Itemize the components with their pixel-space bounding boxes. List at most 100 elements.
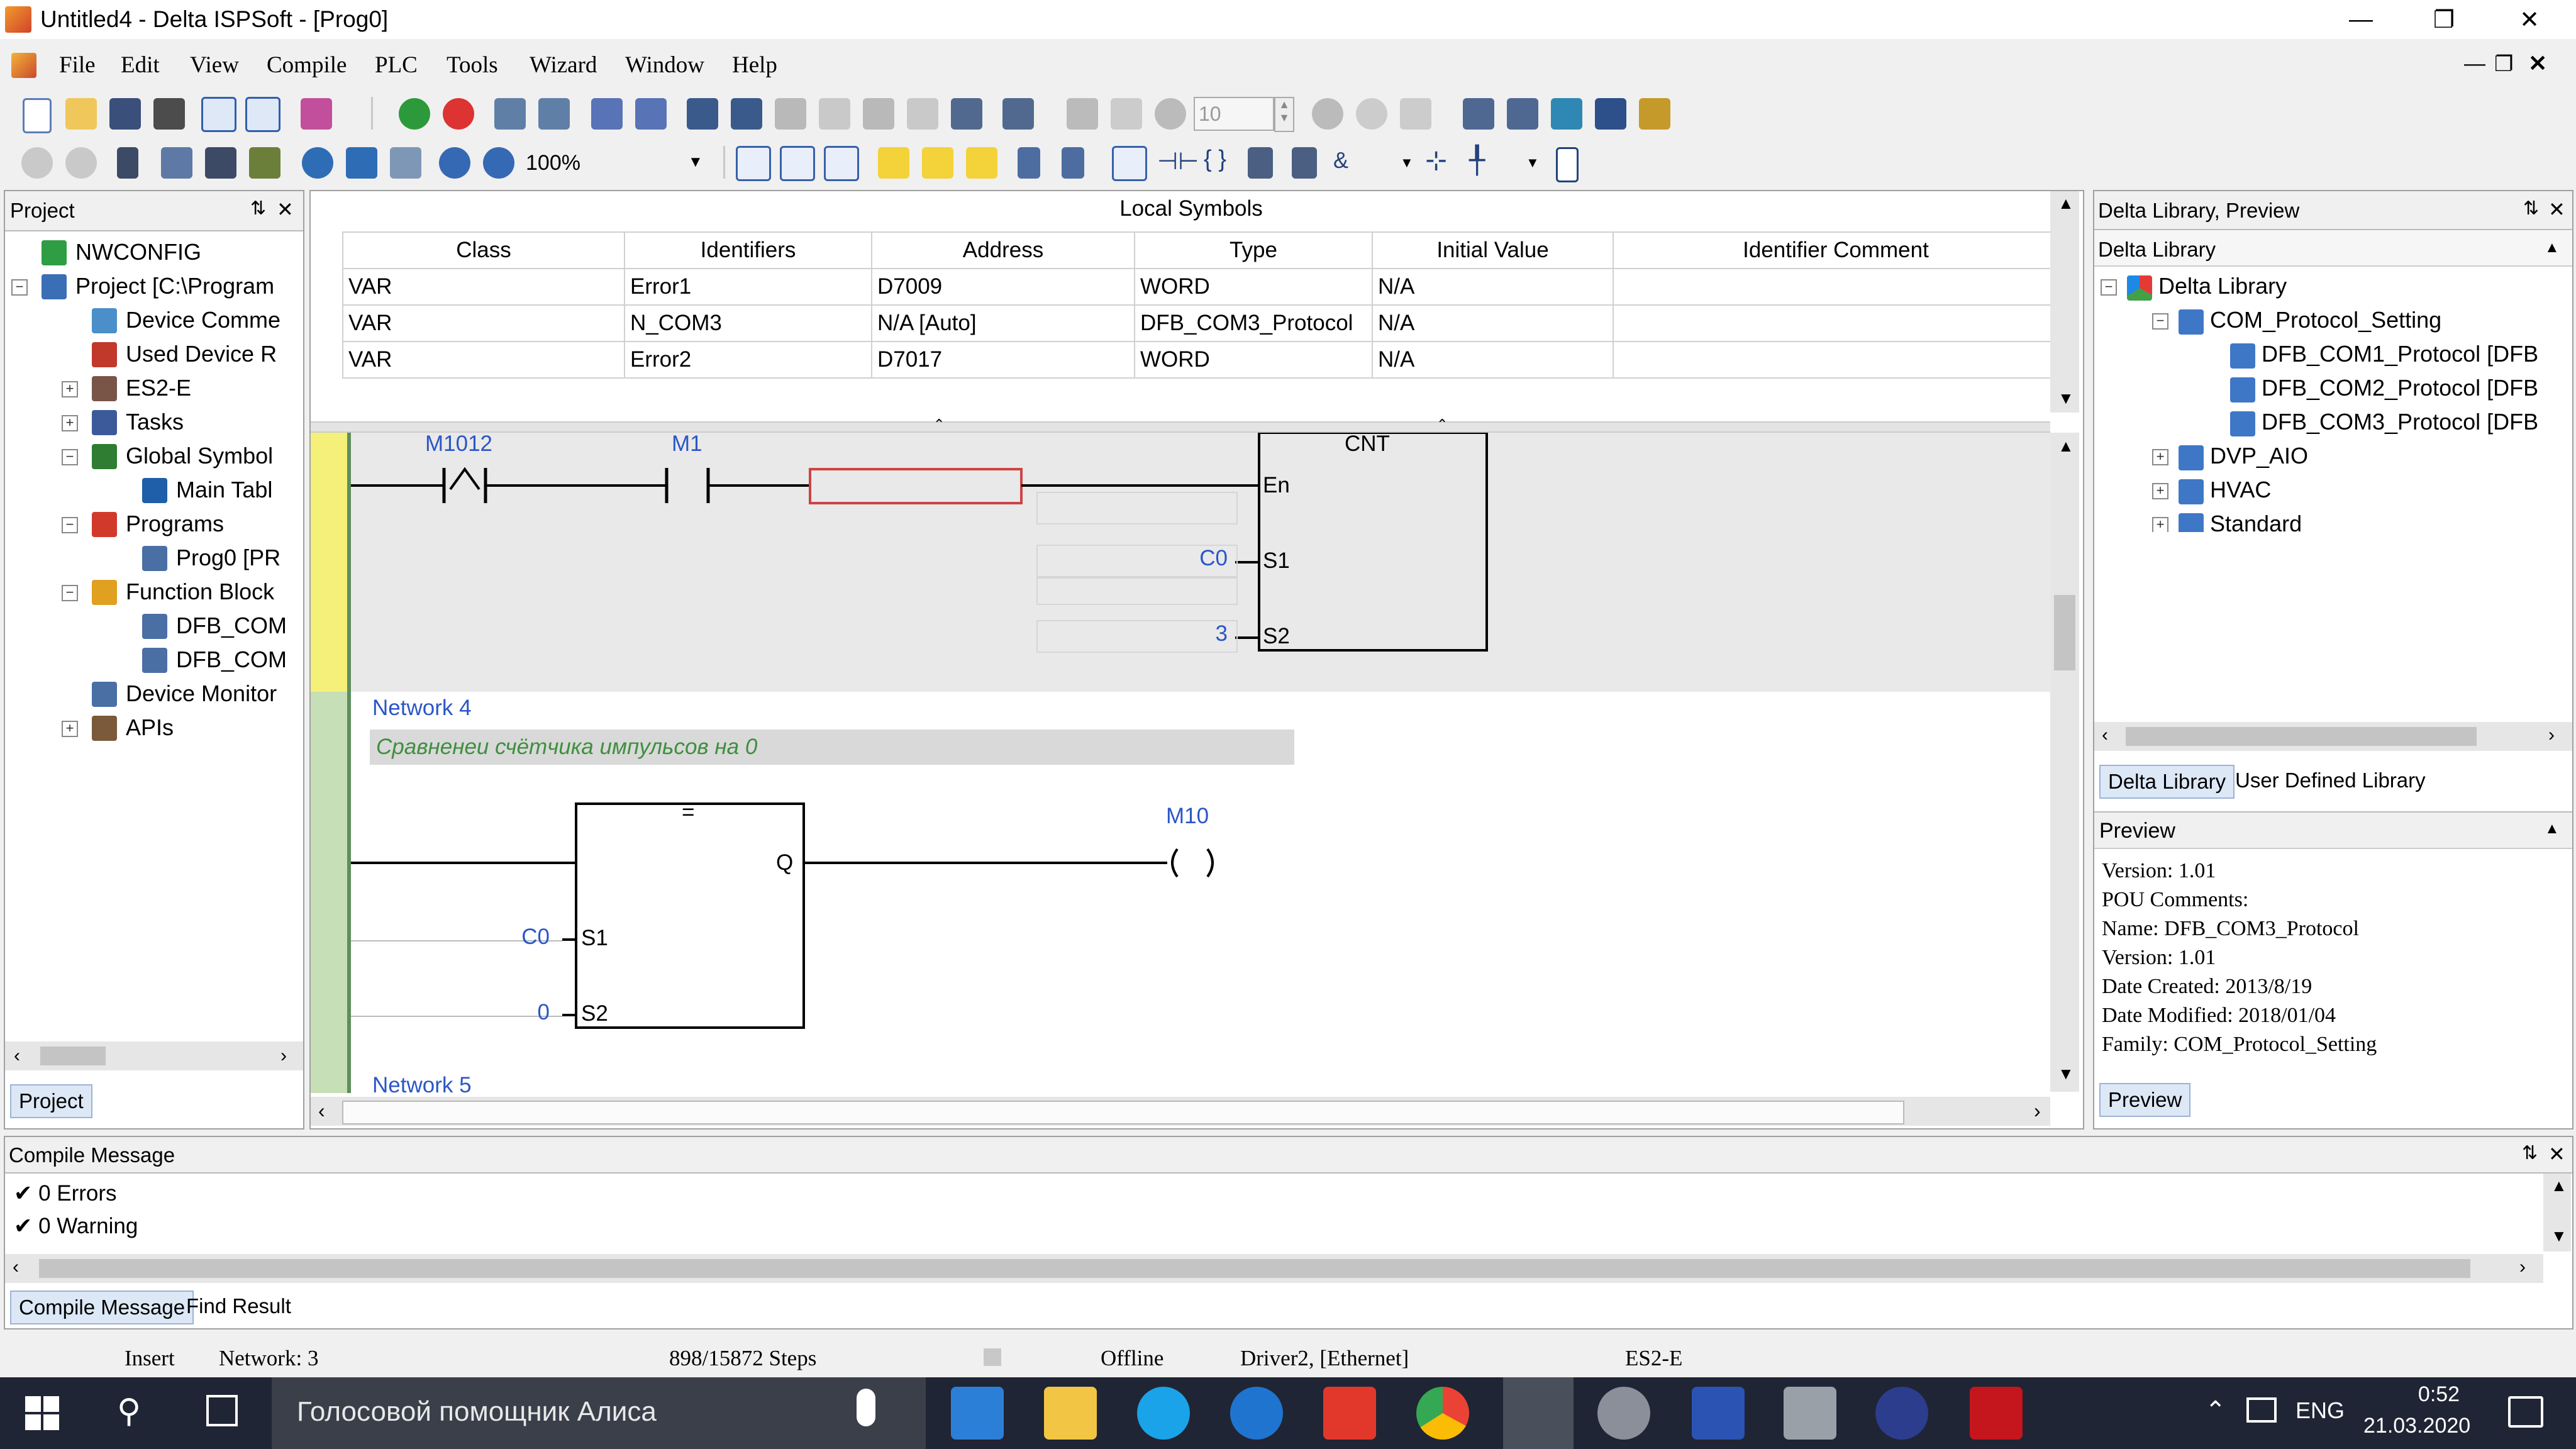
close-icon[interactable]: ✕: [277, 197, 294, 221]
zoom-out-icon[interactable]: [483, 147, 514, 179]
cnt-s2-value[interactable]: 3: [1036, 620, 1238, 653]
col-identifier-comment[interactable]: Identifier Comment: [1613, 231, 2059, 269]
tree-item[interactable]: Main Tabl: [176, 477, 272, 503]
tree-item[interactable]: NWCONFIG: [75, 239, 201, 265]
ladder-view-icon[interactable]: [736, 146, 771, 181]
app-gear-icon[interactable]: [1597, 1387, 1650, 1440]
save-icon[interactable]: [109, 98, 141, 130]
tree-expander[interactable]: −: [2152, 313, 2168, 330]
menu-view[interactable]: View: [190, 52, 239, 79]
library-tree-item[interactable]: DFB_COM2_Protocol [DFB: [2262, 375, 2538, 401]
contact-tool-icon[interactable]: ⊣⊢: [1157, 147, 1199, 175]
cell-address[interactable]: D7009: [871, 268, 1135, 306]
close-icon[interactable]: ✕: [2548, 1142, 2565, 1166]
scroll-up-icon[interactable]: ▲: [2058, 436, 2074, 456]
online-icon[interactable]: [951, 98, 982, 130]
tree-item[interactable]: Prog0 [PR: [176, 545, 280, 571]
zoom-in-icon[interactable]: [439, 147, 470, 179]
memory-icon[interactable]: [1507, 98, 1538, 130]
block-tool-icon[interactable]: [1248, 147, 1273, 179]
chevron-up-icon[interactable]: ▲: [2545, 239, 2560, 257]
copy-icon[interactable]: [161, 147, 192, 179]
symbol-view-icon[interactable]: [780, 146, 815, 181]
chevron-down-icon[interactable]: ▼: [1400, 155, 1414, 171]
compare-s2-value[interactable]: 0: [499, 1000, 550, 1025]
symbols-vscrollbar[interactable]: ▲ ▼: [2050, 191, 2079, 413]
cell-class[interactable]: VAR: [342, 304, 625, 342]
device-icon[interactable]: [1002, 98, 1034, 130]
compile-all-icon[interactable]: [635, 98, 667, 130]
frame-icon[interactable]: [1556, 147, 1579, 182]
col-identifiers[interactable]: Identifiers: [624, 231, 872, 269]
pin-icon[interactable]: ⇅: [250, 197, 266, 219]
chevron-up-icon[interactable]: ▲: [2545, 820, 2560, 838]
replace-icon[interactable]: [346, 147, 377, 179]
library-tree-item[interactable]: DFB_COM1_Protocol [DFB: [2262, 341, 2538, 367]
project-hscrollbar[interactable]: ‹ ›: [5, 1041, 303, 1070]
layout-2-icon[interactable]: [245, 97, 280, 132]
edge-browser-icon[interactable]: [1230, 1387, 1283, 1440]
splitter[interactable]: ⌃ ⌃: [311, 416, 2050, 433]
tree-expander[interactable]: +: [62, 381, 78, 397]
counter-input[interactable]: 10: [1194, 97, 1274, 131]
coil-tool-icon[interactable]: { }: [1204, 146, 1226, 173]
vertical-line-icon[interactable]: ╀: [1469, 145, 1485, 175]
watch-icon[interactable]: [1463, 98, 1494, 130]
yandex-browser-icon[interactable]: [1323, 1387, 1376, 1440]
tree-item[interactable]: APIs: [126, 714, 174, 741]
menu-tools[interactable]: Tools: [447, 52, 498, 79]
cell-identifier[interactable]: Error2: [624, 341, 872, 379]
tree-expander[interactable]: +: [62, 721, 78, 737]
tree-expander[interactable]: −: [62, 585, 78, 601]
tree-item[interactable]: Tasks: [126, 409, 184, 435]
scroll-left-icon[interactable]: ‹: [14, 1045, 20, 1067]
network-tray-icon[interactable]: [2246, 1397, 2277, 1423]
download-icon[interactable]: [494, 98, 526, 130]
library-tree-item[interactable]: Delta Library: [2158, 273, 2287, 299]
close-button[interactable]: ✕: [2492, 0, 2567, 39]
doc-minimize-button[interactable]: —: [2464, 52, 2485, 76]
network-5-label[interactable]: Network 5: [372, 1073, 472, 1093]
menu-file[interactable]: File: [59, 52, 96, 79]
close-icon[interactable]: ✕: [2548, 197, 2565, 221]
cell-class[interactable]: VAR: [342, 341, 625, 379]
tree-item[interactable]: Device Comme: [126, 307, 280, 333]
tab-user-defined-library[interactable]: User Defined Library: [2235, 769, 2426, 792]
tree-expander[interactable]: +: [2152, 483, 2168, 499]
network-4-label[interactable]: Network 4: [372, 696, 472, 721]
coil-m10-label[interactable]: M10: [1166, 804, 1209, 829]
eraser-icon[interactable]: [301, 98, 332, 130]
scroll-right-icon[interactable]: ›: [2548, 724, 2555, 746]
cell-type[interactable]: WORD: [1134, 268, 1373, 306]
cnt-s1-value[interactable]: C0: [1036, 545, 1238, 577]
tree-item[interactable]: Function Block: [126, 579, 274, 605]
cell-type[interactable]: WORD: [1134, 341, 1373, 379]
tab-preview[interactable]: Preview: [2099, 1083, 2191, 1117]
tab-compile-message[interactable]: Compile Message: [10, 1291, 194, 1324]
find-icon[interactable]: [302, 147, 333, 179]
chevron-down-icon[interactable]: ▼: [1526, 155, 1540, 171]
layout-1-icon[interactable]: [201, 97, 236, 132]
tree-expander[interactable]: +: [2152, 517, 2168, 532]
network-add-icon[interactable]: [878, 147, 909, 179]
tree-item[interactable]: Programs: [126, 511, 224, 537]
ladder-hscrollbar[interactable]: ‹ ›: [311, 1097, 2050, 1126]
cell-identifier[interactable]: Error1: [624, 268, 872, 306]
scroll-down-icon[interactable]: ▼: [2058, 1064, 2074, 1084]
screen-icon[interactable]: [1551, 98, 1582, 130]
cell-initial-value[interactable]: N/A: [1372, 341, 1614, 379]
paste-icon[interactable]: [205, 147, 236, 179]
pin-icon[interactable]: ⇅: [2523, 197, 2539, 219]
network-4-comment[interactable]: Сравненеи счётчика импульсов на 0: [370, 730, 1294, 765]
chrome-icon[interactable]: [1416, 1387, 1469, 1440]
microphone-icon[interactable]: [857, 1389, 875, 1426]
menu-edit[interactable]: Edit: [121, 52, 160, 79]
table-row[interactable]: VAR N_COM3 N/A [Auto] DFB_COM3_Protocol …: [342, 304, 2059, 342]
goto-icon[interactable]: [390, 147, 421, 179]
ispsoft-taskbar-icon[interactable]: [1503, 1377, 1574, 1449]
tree-item[interactable]: Device Monitor: [126, 680, 277, 707]
stop-icon[interactable]: [443, 98, 474, 130]
col-type[interactable]: Type: [1134, 231, 1373, 269]
library-tree-item[interactable]: COM_Protocol_Setting: [2210, 307, 2441, 333]
windows-start-icon[interactable]: [25, 1396, 59, 1430]
